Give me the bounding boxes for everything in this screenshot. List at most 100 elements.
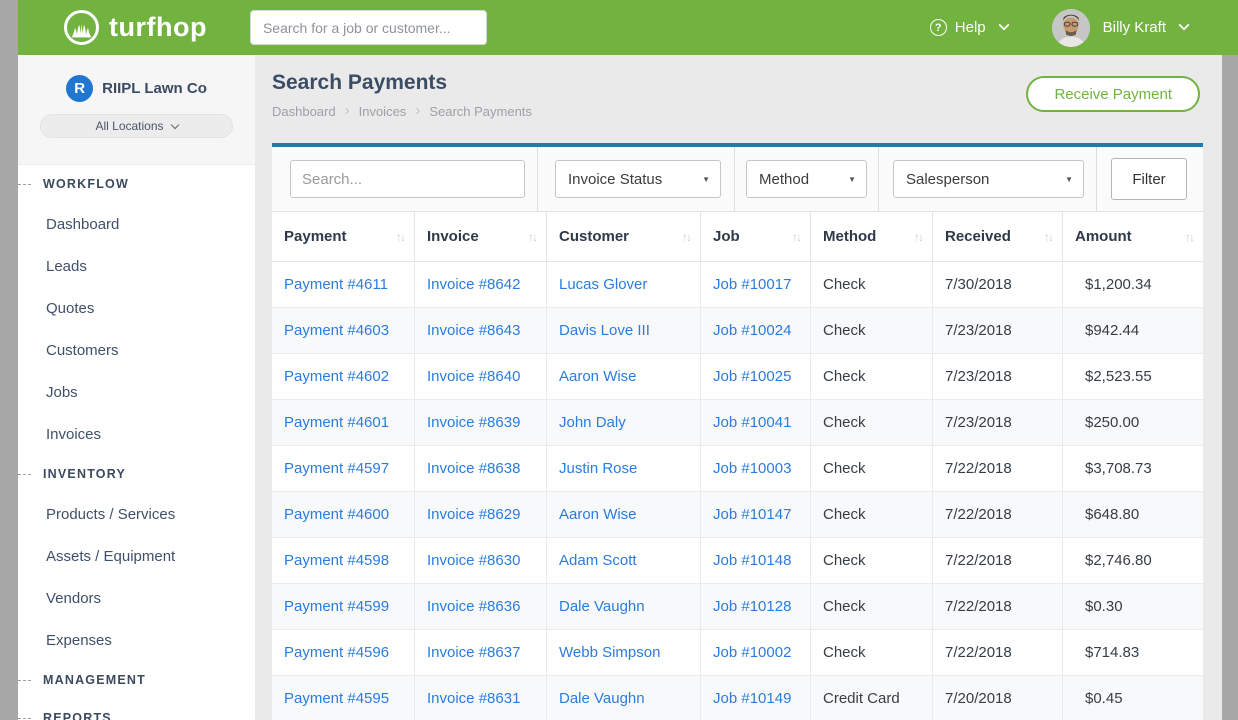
brand-logo[interactable]: turfhop <box>64 10 207 45</box>
cell-link[interactable]: Invoice #8629 <box>414 492 546 537</box>
cell-link[interactable]: Invoice #8638 <box>414 446 546 491</box>
cell-link[interactable]: Invoice #8630 <box>414 538 546 583</box>
cell-link[interactable]: John Daly <box>546 400 700 445</box>
cell-link[interactable]: Payment #4595 <box>272 676 414 720</box>
sort-icon[interactable] <box>792 230 800 244</box>
cell-link[interactable]: Payment #4603 <box>272 308 414 353</box>
column-header-amount[interactable]: Amount <box>1062 212 1203 261</box>
column-header-invoice[interactable]: Invoice <box>414 212 546 261</box>
cell-link[interactable]: Job #10024 <box>700 308 810 353</box>
table-row: Payment #4598Invoice #8630Adam ScottJob … <box>272 538 1203 584</box>
select-caret-icon <box>702 175 710 184</box>
column-header-customer[interactable]: Customer <box>546 212 700 261</box>
cell-link[interactable]: Invoice #8631 <box>414 676 546 720</box>
user-chevron-down-icon[interactable] <box>1178 19 1189 30</box>
cell-link[interactable]: Payment #4597 <box>272 446 414 491</box>
sort-icon[interactable] <box>914 230 922 244</box>
sort-icon[interactable] <box>682 230 690 244</box>
location-label: All Locations <box>95 119 163 133</box>
global-search-input[interactable] <box>250 10 487 45</box>
invoice-status-select[interactable]: Invoice Status <box>555 160 721 198</box>
cell-text: Check <box>810 262 932 307</box>
sort-icon[interactable] <box>1185 230 1193 244</box>
cell-link[interactable]: Job #10003 <box>700 446 810 491</box>
user-avatar[interactable] <box>1052 9 1090 47</box>
sidebar-item-jobs[interactable]: Jobs <box>18 371 255 413</box>
cell-link[interactable]: Job #10147 <box>700 492 810 537</box>
filter-button[interactable]: Filter <box>1111 158 1187 200</box>
cell-link[interactable]: Job #10025 <box>700 354 810 399</box>
cell-link[interactable]: Job #10041 <box>700 400 810 445</box>
cell-link[interactable]: Adam Scott <box>546 538 700 583</box>
sort-icon[interactable] <box>396 230 404 244</box>
salesperson-select[interactable]: Salesperson <box>893 160 1084 198</box>
nav-section-header: INVENTORY <box>18 455 255 493</box>
location-selector[interactable]: All Locations <box>40 114 233 138</box>
breadcrumb-link-invoices[interactable]: Invoices <box>359 104 407 119</box>
sidebar-item-assets-equipment[interactable]: Assets / Equipment <box>18 535 255 577</box>
sort-icon[interactable] <box>1044 230 1052 244</box>
help-menu[interactable]: Help <box>930 19 1008 36</box>
cell-text: $942.44 <box>1062 308 1203 353</box>
cell-link[interactable]: Job #10128 <box>700 584 810 629</box>
cell-link[interactable]: Aaron Wise <box>546 354 700 399</box>
cell-link[interactable]: Job #10002 <box>700 630 810 675</box>
cell-link[interactable]: Job #10148 <box>700 538 810 583</box>
top-header: turfhop Help Billy Kraft <box>18 0 1238 55</box>
cell-link[interactable]: Invoice #8636 <box>414 584 546 629</box>
table-row: Payment #4611Invoice #8642Lucas GloverJo… <box>272 262 1203 308</box>
cell-link[interactable]: Invoice #8637 <box>414 630 546 675</box>
cell-link[interactable]: Payment #4598 <box>272 538 414 583</box>
method-select[interactable]: Method <box>746 160 867 198</box>
cell-link[interactable]: Dale Vaughn <box>546 584 700 629</box>
cell-text: Check <box>810 538 932 583</box>
column-header-payment[interactable]: Payment <box>272 212 414 261</box>
cell-link[interactable]: Payment #4601 <box>272 400 414 445</box>
cell-text: $714.83 <box>1062 630 1203 675</box>
sort-icon[interactable] <box>528 230 536 244</box>
column-label: Received <box>945 228 1011 245</box>
cell-text: Check <box>810 446 932 491</box>
sidebar-item-customers[interactable]: Customers <box>18 329 255 371</box>
filter-cell-button: Filter <box>1097 147 1203 211</box>
sidebar-item-leads[interactable]: Leads <box>18 245 255 287</box>
user-name[interactable]: Billy Kraft <box>1103 19 1166 36</box>
column-header-method[interactable]: Method <box>810 212 932 261</box>
cell-link[interactable]: Invoice #8642 <box>414 262 546 307</box>
cell-link[interactable]: Davis Love III <box>546 308 700 353</box>
cell-link[interactable]: Lucas Glover <box>546 262 700 307</box>
cell-link[interactable]: Justin Rose <box>546 446 700 491</box>
sidebar-item-invoices[interactable]: Invoices <box>18 413 255 455</box>
cell-link[interactable]: Payment #4599 <box>272 584 414 629</box>
receive-payment-button[interactable]: Receive Payment <box>1026 76 1200 112</box>
cell-link[interactable]: Job #10017 <box>700 262 810 307</box>
cell-text: 7/23/2018 <box>932 354 1062 399</box>
cell-link[interactable]: Payment #4602 <box>272 354 414 399</box>
cell-link[interactable]: Payment #4611 <box>272 262 414 307</box>
sidebar-item-products-services[interactable]: Products / Services <box>18 493 255 535</box>
table-row: Payment #4601Invoice #8639John DalyJob #… <box>272 400 1203 446</box>
sidebar-item-vendors[interactable]: Vendors <box>18 577 255 619</box>
cell-link[interactable]: Aaron Wise <box>546 492 700 537</box>
cell-text: $250.00 <box>1062 400 1203 445</box>
cell-link[interactable]: Job #10149 <box>700 676 810 720</box>
breadcrumb-link-dashboard[interactable]: Dashboard <box>272 104 336 119</box>
column-header-received[interactable]: Received <box>932 212 1062 261</box>
table-search-input[interactable] <box>290 160 525 198</box>
sidebar-item-quotes[interactable]: Quotes <box>18 287 255 329</box>
sidebar-item-dashboard[interactable]: Dashboard <box>18 203 255 245</box>
cell-link[interactable]: Payment #4596 <box>272 630 414 675</box>
cell-link[interactable]: Dale Vaughn <box>546 676 700 720</box>
cell-link[interactable]: Invoice #8640 <box>414 354 546 399</box>
cell-text: $0.30 <box>1062 584 1203 629</box>
nav-section-label: INVENTORY <box>43 467 126 481</box>
cell-link[interactable]: Invoice #8643 <box>414 308 546 353</box>
column-header-job[interactable]: Job <box>700 212 810 261</box>
sidebar-item-expenses[interactable]: Expenses <box>18 619 255 661</box>
help-label: Help <box>955 19 986 36</box>
cell-link[interactable]: Payment #4600 <box>272 492 414 537</box>
cell-link[interactable]: Invoice #8639 <box>414 400 546 445</box>
cell-text: 7/22/2018 <box>932 492 1062 537</box>
turfhop-grass-icon <box>64 10 99 45</box>
cell-link[interactable]: Webb Simpson <box>546 630 700 675</box>
